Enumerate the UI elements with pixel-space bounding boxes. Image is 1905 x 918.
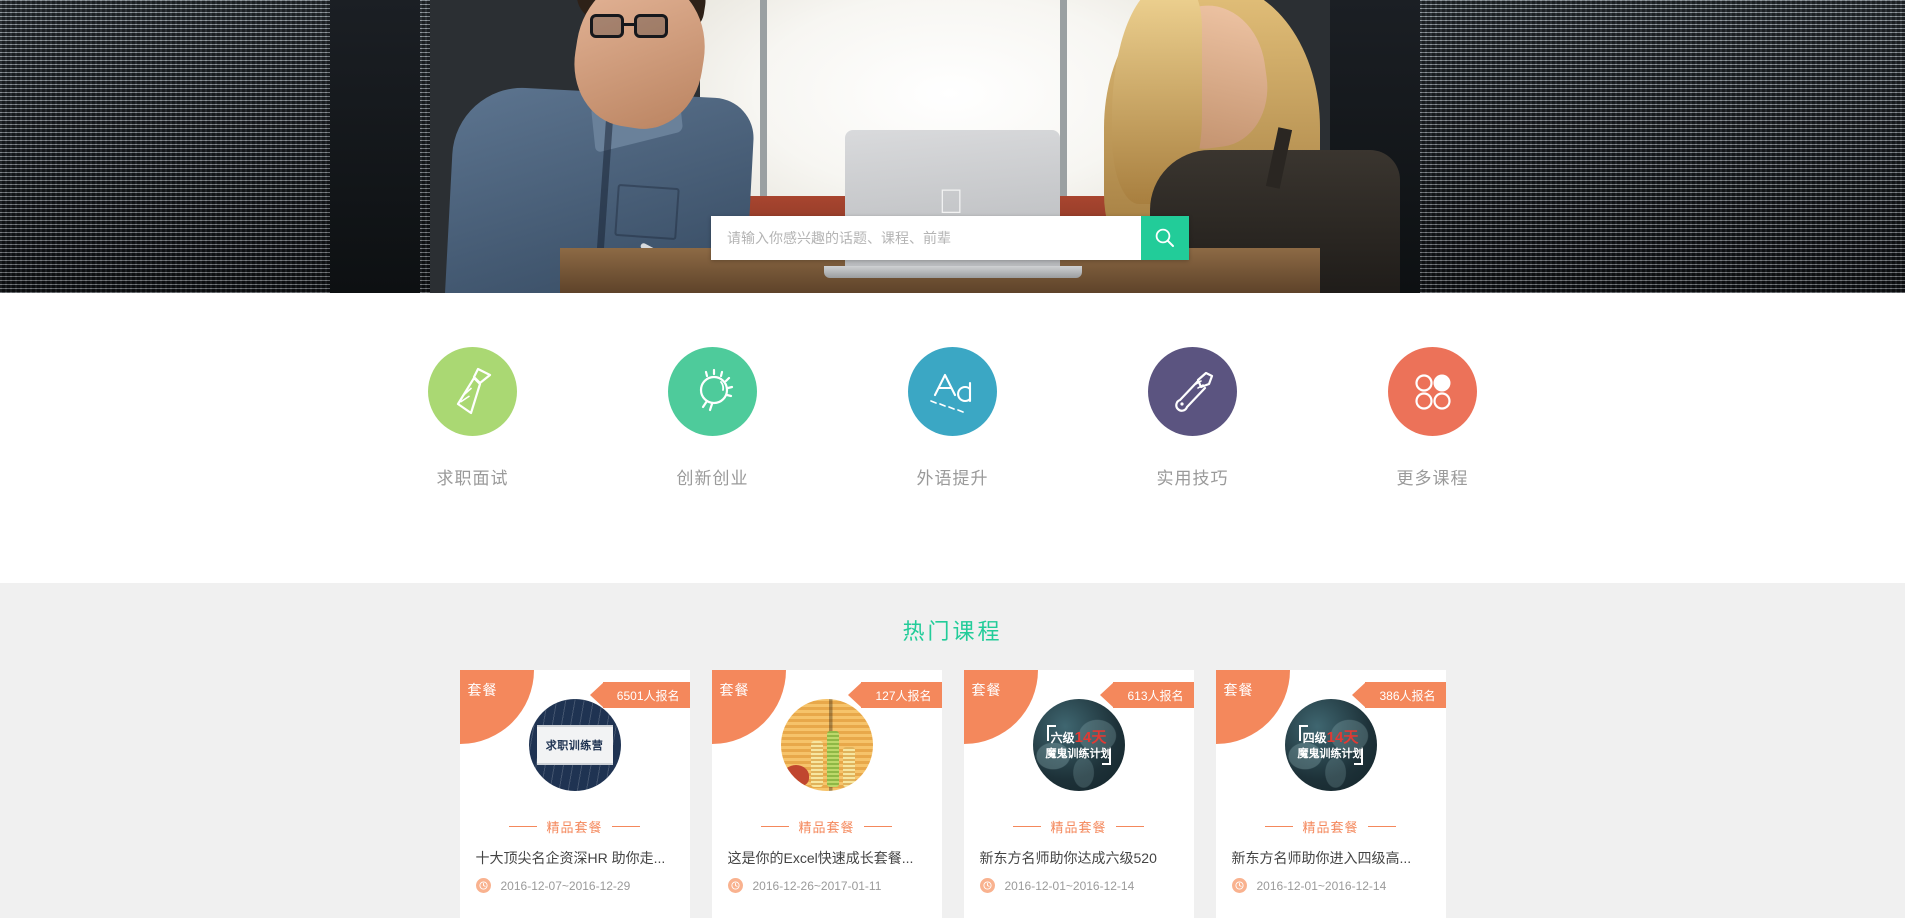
thumbnail-level: 四级 (1302, 730, 1327, 745)
category-item-practical-skills[interactable]: 实用技巧 (1113, 347, 1273, 489)
search-icon (1155, 228, 1174, 247)
course-card[interactable]: 套餐 613人报名 六级14天 魔鬼训练计划 精品套餐 新东方名师助你达成六级5… (963, 670, 1194, 918)
lightbulb-icon (699, 368, 733, 411)
category-item-job-interview[interactable]: 求职面试 (393, 347, 553, 489)
course-title: 新东方名师助你进入四级高... (1231, 850, 1412, 866)
tagline-text: 精品套餐 (546, 820, 603, 835)
window-mullion-right (1060, 0, 1067, 215)
window-blind-right (1345, 0, 1905, 293)
divider-dash-left (1265, 826, 1294, 827)
search-input[interactable] (711, 216, 1141, 260)
course-thumbnail (780, 699, 873, 791)
thumbnail-text: 四级14天 魔鬼训练计划 (1298, 729, 1364, 762)
course-card[interactable]: 套餐 6501人报名 求职训练营 精品套餐 十大顶尖名企资深HR 助你走... … (459, 670, 690, 918)
wrench-icon-circle (1148, 347, 1237, 436)
produce-item (782, 765, 809, 787)
man-pocket (614, 183, 680, 241)
category-label: 求职面试 (436, 469, 509, 488)
course-tagline: 精品套餐 (460, 817, 690, 836)
course-tagline: 精品套餐 (1216, 817, 1446, 836)
enrollment-badge: 127人报名 (848, 682, 942, 708)
thumbnail-days: 14天 (1326, 728, 1359, 746)
category-section: 求职面试 创新创业 外语提升 实用技巧 更多课程 (0, 293, 1905, 583)
window-frame-left (330, 0, 420, 293)
search-button[interactable] (1141, 216, 1189, 260)
lightbulb-icon-circle (668, 347, 757, 436)
course-card[interactable]: 套餐 386人报名 四级14天 魔鬼训练计划 精品套餐 新东方名师助你进入四级高… (1215, 670, 1446, 918)
course-card[interactable]: 套餐 127人报名 精品套餐 这是你的Excel快速成长套餐... 2016-1… (711, 670, 942, 918)
category-label: 外语提升 (916, 469, 989, 488)
tagline-text: 精品套餐 (1050, 820, 1107, 835)
category-item-foreign-language[interactable]: 外语提升 (873, 347, 1033, 489)
category-item-more-courses[interactable]: 更多课程 (1353, 347, 1513, 489)
category-label: 更多课程 (1396, 469, 1469, 488)
tagline-text: 精品套餐 (1302, 820, 1359, 835)
produce-stack (842, 747, 855, 787)
divider-dash-right (611, 826, 640, 827)
clock-icon (1231, 878, 1247, 893)
produce-stack (810, 741, 823, 787)
course-date-row: 2016-12-01~2016-12-14 (979, 878, 1135, 893)
thumbnail-days: 14天 (1074, 728, 1107, 746)
thumbnail-text: 六级14天 魔鬼训练计划 (1046, 729, 1112, 762)
thumbnail-level: 六级 (1050, 730, 1075, 745)
course-tagline: 精品套餐 (964, 817, 1194, 836)
category-row: 求职面试 创新创业 外语提升 实用技巧 更多课程 (393, 347, 1513, 489)
course-title: 这是你的Excel快速成长套餐... (727, 850, 914, 866)
laptop-base (824, 266, 1082, 278)
course-date: 2016-12-01~2016-12-14 (1256, 878, 1387, 893)
course-thumbnail: 四级14天 魔鬼训练计划 (1284, 699, 1377, 791)
thumbnail-banner-text: 求职训练营 (536, 725, 613, 765)
hero-search-bar[interactable] (711, 216, 1189, 260)
produce-stack (826, 731, 839, 787)
clock-icon (475, 878, 491, 893)
course-title: 新东方名师助你达成六级520 (979, 850, 1157, 866)
course-title: 十大顶尖名企资深HR 助你走... (475, 850, 666, 866)
enrollment-badge: 613人报名 (1100, 682, 1194, 708)
divider-dash-right (1115, 826, 1144, 827)
course-date: 2016-12-26~2017-01-11 (752, 878, 882, 893)
course-tagline: 精品套餐 (712, 817, 942, 836)
course-thumbnail: 六级14天 魔鬼训练计划 (1032, 699, 1125, 791)
window-mullion-left (760, 0, 767, 215)
eyeglasses-icon (590, 14, 676, 38)
wrench-icon (1174, 371, 1213, 412)
divider-dash-right (1367, 826, 1396, 827)
typography-aa-icon (929, 373, 971, 413)
necktie-icon-circle (428, 347, 517, 436)
necktie-icon (456, 367, 491, 414)
divider-dash-left (509, 826, 538, 827)
enrollment-badge: 6501人报名 (589, 682, 690, 708)
category-label: 创新创业 (676, 469, 749, 488)
tagline-text: 精品套餐 (798, 820, 855, 835)
grid-dots-icon (1414, 373, 1451, 410)
divider-dash-right (863, 826, 892, 827)
course-date: 2016-12-01~2016-12-14 (1004, 878, 1135, 893)
hero-banner:  (0, 0, 1905, 293)
category-label: 实用技巧 (1156, 469, 1229, 488)
typography-aa-icon-circle (908, 347, 997, 436)
course-thumbnail: 求职训练营 (528, 699, 621, 791)
thumbnail-plan: 魔鬼训练计划 (1297, 747, 1364, 760)
thumbnail-plan: 魔鬼训练计划 (1045, 747, 1112, 760)
course-date-row: 2016-12-26~2017-01-11 (727, 878, 882, 893)
course-date-row: 2016-12-07~2016-12-29 (475, 878, 631, 893)
clock-icon (727, 878, 743, 893)
course-date: 2016-12-07~2016-12-29 (500, 878, 631, 893)
course-card-list: 套餐 6501人报名 求职训练营 精品套餐 十大顶尖名企资深HR 助你走... … (0, 670, 1905, 918)
hot-courses-title: 热门课程 (902, 619, 1003, 644)
enrollment-badge: 386人报名 (1352, 682, 1446, 708)
clock-icon (979, 878, 995, 893)
category-item-innovation[interactable]: 创新创业 (633, 347, 793, 489)
divider-dash-left (1013, 826, 1042, 827)
course-date-row: 2016-12-01~2016-12-14 (1231, 878, 1387, 893)
hot-courses-section: 热门课程 套餐 6501人报名 求职训练营 精品套餐 十大顶尖名企资深HR 助你… (0, 583, 1905, 918)
divider-dash-left (761, 826, 790, 827)
grid-dots-icon-circle (1388, 347, 1477, 436)
